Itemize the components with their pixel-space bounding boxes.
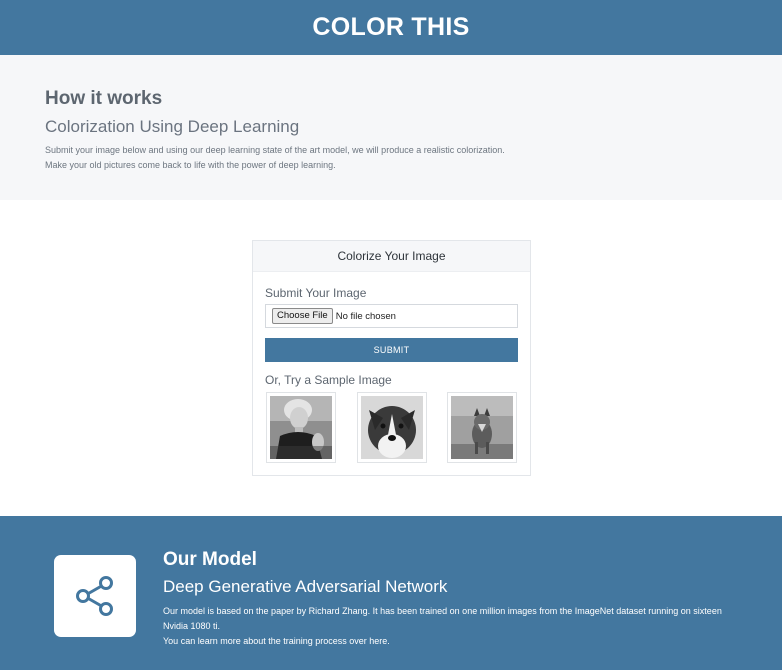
our-model-description: Our model is based on the paper by Richa… — [163, 604, 743, 649]
description-line-1: Submit your image below and using our de… — [45, 145, 505, 155]
dog-image — [361, 396, 423, 459]
description-line-2: Make your old pictures come back to life… — [45, 160, 336, 170]
top-header-bar: COLOR THIS — [0, 0, 782, 55]
wolf-image — [451, 396, 513, 459]
our-model-section: Our Model Deep Generative Adversarial Ne… — [0, 516, 782, 670]
how-it-works-section: How it works Colorization Using Deep Lea… — [0, 55, 782, 200]
file-input[interactable]: Choose File No file chosen — [265, 304, 518, 328]
share-icon-box — [54, 555, 136, 637]
sample-image-dog[interactable] — [357, 392, 427, 463]
our-model-subtitle: Deep Generative Adversarial Network — [163, 577, 448, 596]
our-model-title: Our Model — [163, 549, 257, 570]
submit-button[interactable]: SUBMIT — [265, 338, 518, 362]
model-description-line-1: Our model is based on the paper by Richa… — [163, 606, 722, 631]
share-icon — [76, 576, 113, 616]
file-status-text: No file chosen — [335, 310, 396, 322]
sample-images-label: Or, Try a Sample Image — [265, 373, 392, 387]
model-description-line-2: You can learn more about the training pr… — [163, 636, 390, 646]
sample-image-wolf[interactable] — [447, 392, 517, 463]
colorize-card: Colorize Your Image Submit Your Image Ch… — [252, 240, 531, 476]
woman-portrait-image — [270, 396, 332, 459]
submit-image-label: Submit Your Image — [265, 286, 367, 300]
sample-image-woman[interactable] — [266, 392, 336, 463]
how-it-works-subtitle: Colorization Using Deep Learning — [45, 117, 300, 136]
how-it-works-title: How it works — [45, 88, 163, 109]
choose-file-button[interactable]: Choose File — [272, 308, 333, 324]
site-title: COLOR THIS — [312, 13, 470, 41]
how-it-works-description: Submit your image below and using our de… — [45, 143, 505, 173]
card-title: Colorize Your Image — [253, 241, 530, 272]
